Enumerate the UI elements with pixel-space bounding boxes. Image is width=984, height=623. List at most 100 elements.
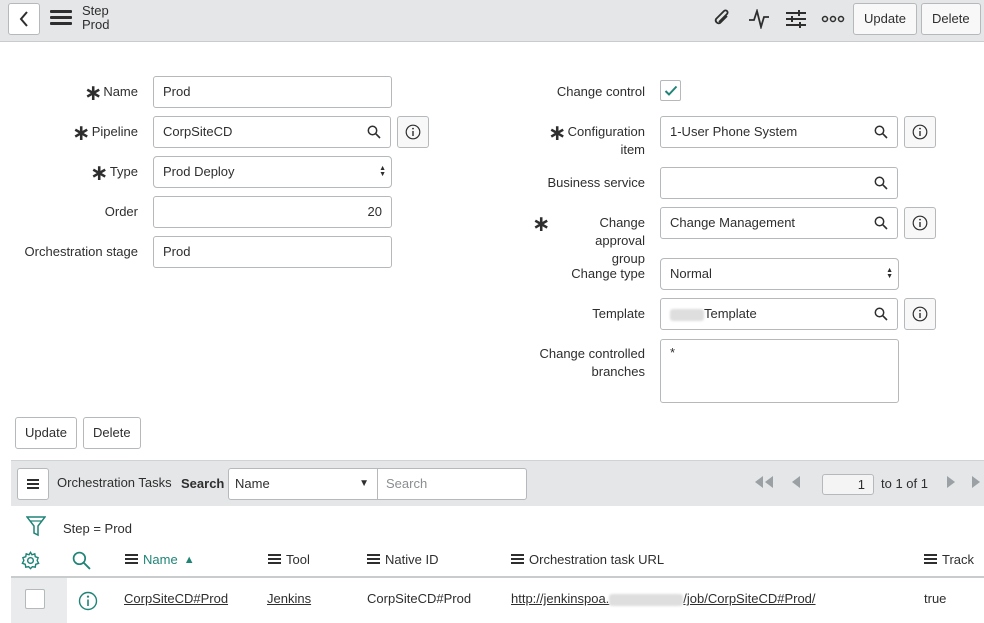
header-delete-button[interactable]: Delete — [921, 3, 981, 35]
type-select-value: Prod Deploy — [163, 164, 235, 179]
configuration-item-info-button[interactable] — [904, 116, 936, 148]
form-update-button[interactable]: Update — [15, 417, 77, 449]
info-icon — [912, 124, 928, 140]
column-menu-icon[interactable] — [367, 553, 380, 566]
business-service-label: Business service — [547, 175, 645, 190]
configuration-item-lookup-button[interactable] — [865, 116, 898, 148]
order-field[interactable]: 20 — [153, 196, 392, 228]
row-task-url-suffix: /job/CorpSiteCD#Prod/ — [683, 591, 816, 606]
column-header-native-id-label: Native ID — [385, 552, 439, 567]
change-controlled-branches-textarea[interactable]: * — [660, 339, 899, 403]
row-checkbox[interactable] — [25, 589, 45, 609]
column-header-orchestration-task-url-label: Orchestration task URL — [529, 552, 665, 567]
last-page-icon[interactable] — [970, 475, 984, 492]
pipeline-label: Pipeline — [91, 124, 138, 139]
column-menu-icon[interactable] — [268, 553, 281, 566]
settings-sliders-icon[interactable] — [784, 8, 808, 30]
filter-text[interactable]: Step = Prod — [63, 521, 132, 536]
column-header-track[interactable]: Track — [924, 552, 974, 567]
change-approval-group-field[interactable]: Change Management — [660, 207, 866, 239]
pipeline-lookup-button[interactable] — [358, 116, 391, 148]
orchestration-stage-field[interactable]: Prod — [153, 236, 392, 268]
business-service-field[interactable] — [660, 167, 866, 199]
dropdown-arrow-icon: ▼ — [359, 478, 369, 489]
change-approval-group-label: Change approval group — [548, 214, 645, 268]
column-header-native-id[interactable]: Native ID — [367, 552, 438, 567]
column-menu-icon[interactable] — [924, 553, 937, 566]
form-delete-button[interactable]: Delete — [83, 417, 141, 449]
form-title: Step Prod — [82, 4, 109, 32]
change-controlled-branches-label: Change controlled branches — [525, 345, 645, 381]
column-menu-icon[interactable] — [511, 553, 524, 566]
form-title-table: Step — [82, 3, 109, 18]
name-field[interactable]: Prod — [153, 76, 392, 108]
row-native-id: CorpSiteCD#Prod — [367, 591, 472, 606]
column-header-tool[interactable]: Tool — [268, 552, 310, 567]
column-header-name[interactable]: Name ▲ — [125, 552, 195, 567]
filter-icon[interactable] — [26, 515, 46, 537]
list-context-menu-button[interactable] — [17, 468, 49, 500]
toggle-column-search-button[interactable] — [72, 551, 91, 570]
search-icon — [874, 307, 888, 321]
row-name-link[interactable]: CorpSiteCD#Prod — [124, 591, 228, 606]
template-label: Template — [592, 306, 645, 321]
header-update-button[interactable]: Update — [853, 3, 917, 35]
search-icon — [367, 125, 381, 139]
name-label: Name — [103, 84, 138, 99]
select-arrows-icon: ▲ ▼ — [886, 267, 893, 280]
back-icon — [19, 11, 28, 27]
prev-page-icon[interactable] — [790, 475, 802, 492]
column-menu-icon[interactable] — [125, 553, 138, 566]
row-tool-link[interactable]: Jenkins — [267, 591, 311, 606]
search-input[interactable]: Search — [377, 468, 527, 500]
sort-ascending-icon: ▲ — [183, 553, 195, 566]
activity-icon[interactable] — [747, 8, 771, 30]
column-header-orchestration-task-url[interactable]: Orchestration task URL — [511, 552, 664, 567]
row-track: true — [924, 591, 947, 606]
change-approval-group-info-button[interactable] — [904, 207, 936, 239]
back-button[interactable] — [8, 3, 40, 35]
pipeline-info-button[interactable] — [397, 116, 429, 148]
info-icon — [405, 124, 421, 140]
search-icon — [874, 176, 888, 190]
type-select[interactable]: Prod Deploy ▲ ▼ — [153, 156, 392, 188]
first-page-icon[interactable] — [752, 475, 776, 492]
change-control-label: Change control — [556, 84, 645, 99]
info-icon — [78, 591, 98, 611]
header-divider — [11, 576, 984, 578]
personalize-list-button[interactable] — [21, 551, 40, 570]
checkmark-icon — [664, 85, 677, 96]
configuration-item-field[interactable]: 1-User Phone System — [660, 116, 866, 148]
form-title-record: Prod — [82, 17, 110, 32]
menu-icon[interactable] — [50, 10, 72, 26]
more-icon[interactable] — [820, 8, 846, 30]
related-list-title: Orchestration Tasks — [57, 475, 172, 490]
change-type-select-value: Normal — [670, 266, 712, 281]
next-page-icon[interactable] — [945, 475, 957, 492]
change-type-select[interactable]: Normal ▲ ▼ — [660, 258, 899, 290]
template-lookup-button[interactable] — [865, 298, 898, 330]
related-list-header: Orchestration Tasks Search Name ▼ Search… — [11, 460, 984, 506]
change-controlled-branches-label-line1: Change controlled — [539, 346, 645, 361]
configuration-item-label-line2: item — [620, 142, 645, 157]
row-preview-button[interactable] — [78, 591, 98, 614]
order-label: Order — [104, 204, 138, 219]
select-arrows-icon: ▲ ▼ — [379, 165, 386, 178]
template-field[interactable]: Template — [660, 298, 866, 330]
type-label: Type — [109, 164, 138, 179]
search-field-select[interactable]: Name ▼ — [228, 468, 378, 500]
pipeline-field[interactable]: CorpSiteCD — [153, 116, 359, 148]
change-control-checkbox[interactable] — [660, 80, 681, 101]
row-task-url-link[interactable]: http://jenkinspoa. /job/CorpSiteCD#Prod/ — [511, 591, 816, 606]
change-type-label: Change type — [571, 266, 645, 281]
change-approval-group-label-line1: Change approval — [595, 215, 645, 248]
form-header: Step Prod Update Delete — [0, 0, 984, 42]
business-service-lookup-button[interactable] — [865, 167, 898, 199]
search-label: Search — [181, 476, 225, 491]
search-icon — [874, 125, 888, 139]
page-number-input[interactable]: 1 — [822, 474, 874, 495]
column-header-name-label: Name — [143, 552, 178, 567]
attachment-icon[interactable] — [710, 8, 734, 30]
change-approval-group-lookup-button[interactable] — [865, 207, 898, 239]
template-info-button[interactable] — [904, 298, 936, 330]
